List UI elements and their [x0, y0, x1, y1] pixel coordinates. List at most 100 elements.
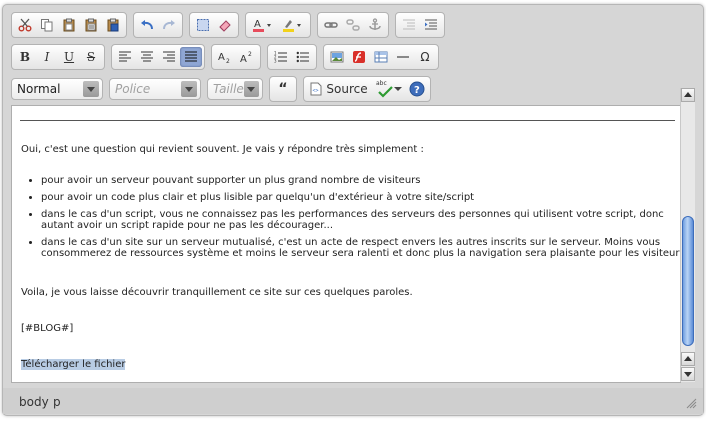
- underline-button[interactable]: U: [58, 47, 80, 67]
- numbered-list-icon: 123: [274, 51, 287, 64]
- basic-style-group: B I U S: [11, 44, 105, 70]
- download-link[interactable]: Télécharger le fichier: [21, 359, 126, 370]
- list-group: 123: [267, 44, 317, 70]
- horizontal-rule-icon: [397, 56, 409, 58]
- align-center-button[interactable]: [136, 47, 158, 67]
- link-button[interactable]: [320, 15, 342, 35]
- anchor-icon: [369, 18, 381, 30]
- outro-paragraph: Voila, je vous laisse découvrir tranquil…: [21, 287, 413, 298]
- flash-button[interactable]: [348, 47, 370, 67]
- image-button[interactable]: [326, 47, 348, 67]
- special-char-button[interactable]: Ω: [414, 47, 436, 67]
- path-body[interactable]: body: [19, 395, 49, 409]
- svg-text:A: A: [240, 54, 247, 64]
- history-group: [133, 12, 183, 38]
- script-group: A2 A2: [211, 44, 261, 70]
- blockquote-group: “: [269, 76, 297, 102]
- superscript-button[interactable]: A2: [236, 47, 258, 67]
- anchor-button[interactable]: [364, 15, 386, 35]
- toolbar-row-2: B I U S A2 A2 1 2 3 Ω: [11, 43, 445, 71]
- spellcheck-button[interactable]: abc: [372, 79, 406, 99]
- strike-button[interactable]: S: [80, 47, 102, 67]
- blockquote-button[interactable]: “: [272, 79, 294, 99]
- superscript-icon: A2: [240, 51, 252, 64]
- font-select-placeholder: Police: [115, 82, 151, 96]
- bulleted-list-button[interactable]: [292, 47, 314, 67]
- arrow-up-icon: [684, 356, 692, 361]
- resize-grip-icon[interactable]: [685, 397, 697, 409]
- eraser-icon: [219, 20, 231, 32]
- selection-group: [189, 12, 239, 38]
- undo-button[interactable]: [136, 15, 158, 35]
- table-button[interactable]: [370, 47, 392, 67]
- align-left-button[interactable]: [114, 47, 136, 67]
- vertical-scrollbar[interactable]: [680, 88, 695, 382]
- link-group: [317, 12, 389, 38]
- clipboard-icon: [63, 18, 75, 32]
- align-group: [111, 44, 205, 70]
- scissors-icon: [18, 18, 32, 32]
- about-button[interactable]: ?: [406, 79, 428, 99]
- list-item: dans le cas d'un site sur un serveur mut…: [41, 237, 680, 259]
- text-color-button[interactable]: A: [248, 15, 278, 35]
- background-color-button[interactable]: [278, 15, 308, 35]
- redo-button[interactable]: [158, 15, 180, 35]
- path-p[interactable]: p: [53, 395, 61, 409]
- size-select[interactable]: Taille: [207, 78, 263, 100]
- scroll-up-button[interactable]: [681, 88, 695, 102]
- copy-button[interactable]: [36, 15, 58, 35]
- svg-text:A: A: [254, 19, 261, 30]
- align-justify-button[interactable]: [180, 47, 202, 67]
- scroll-down-button[interactable]: [681, 367, 695, 381]
- align-right-icon: [163, 51, 175, 62]
- scroll-up-button[interactable]: [681, 352, 695, 366]
- paste-text-icon: [85, 18, 97, 32]
- align-center-icon: [141, 51, 153, 62]
- svg-text:?: ?: [414, 85, 420, 96]
- chevron-down-icon[interactable]: [83, 81, 99, 97]
- bold-button[interactable]: B: [14, 47, 36, 67]
- text-color-icon: A: [253, 19, 271, 32]
- undo-icon: [141, 20, 153, 30]
- subscript-button[interactable]: A2: [214, 47, 236, 67]
- rich-text-editor: A B I U S A 2 A 2 1 2 3 Ω Normal Police …: [2, 4, 704, 416]
- format-select[interactable]: Normal: [11, 78, 103, 100]
- chevron-down-icon[interactable]: [243, 81, 259, 97]
- svg-text:2: 2: [248, 51, 252, 58]
- chevron-down-icon: [394, 87, 402, 91]
- paste-text-button[interactable]: [80, 15, 102, 35]
- unlink-icon: [346, 19, 360, 31]
- paste-word-button[interactable]: [102, 15, 124, 35]
- list-item: pour avoir un serveur pouvant supporter …: [41, 175, 680, 186]
- reasons-list: pour avoir un serveur pouvant supporter …: [21, 175, 680, 265]
- chevron-down-icon[interactable]: [181, 81, 197, 97]
- italic-icon: I: [44, 50, 50, 64]
- bulleted-list-icon: [296, 51, 309, 63]
- font-select[interactable]: Police: [109, 78, 201, 100]
- cut-button[interactable]: [14, 15, 36, 35]
- insert-group: Ω: [323, 44, 439, 70]
- indent-button[interactable]: [420, 15, 442, 35]
- source-file-icon: <>: [310, 82, 322, 96]
- horizontal-rule-button[interactable]: [392, 47, 414, 67]
- align-justify-icon: [185, 51, 197, 62]
- numbered-list-button[interactable]: 123: [270, 47, 292, 67]
- unlink-button[interactable]: [342, 15, 364, 35]
- remove-format-button[interactable]: [214, 15, 236, 35]
- outdent-button[interactable]: [398, 15, 420, 35]
- highlighter-icon: [283, 20, 301, 32]
- align-right-button[interactable]: [158, 47, 180, 67]
- select-all-button[interactable]: [192, 15, 214, 35]
- scroll-thumb[interactable]: [682, 216, 694, 346]
- italic-button[interactable]: I: [36, 47, 58, 67]
- tools-group: <> Source abc ?: [303, 76, 431, 102]
- omega-icon: Ω: [420, 50, 430, 64]
- redo-icon: [163, 20, 175, 30]
- spellcheck-icon: abc: [376, 80, 394, 98]
- editor-content[interactable]: Oui, c'est une question qui revient souv…: [11, 105, 681, 383]
- paste-button[interactable]: [58, 15, 80, 35]
- source-button[interactable]: <> Source: [306, 79, 372, 99]
- format-select-value: Normal: [17, 82, 61, 96]
- download-paragraph: Télécharger le fichier: [21, 359, 126, 370]
- size-select-placeholder: Taille: [213, 82, 244, 96]
